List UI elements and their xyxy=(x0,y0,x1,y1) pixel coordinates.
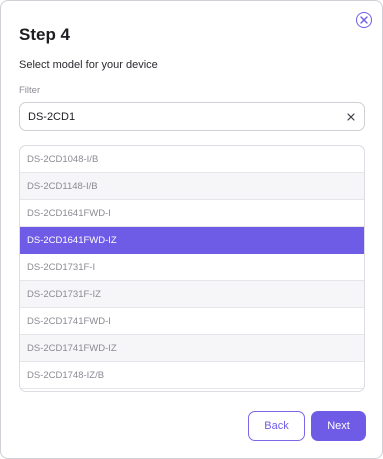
filter-label: Filter xyxy=(19,85,41,96)
model-list-item[interactable]: DS-2CD1748-IZ/B xyxy=(20,362,364,389)
close-button[interactable] xyxy=(356,12,372,28)
select-model-dialog: Step 4 Select model for your device Filt… xyxy=(0,0,383,459)
close-icon xyxy=(360,16,368,24)
model-list-item[interactable]: DS-2CD1741FWD-I xyxy=(20,308,364,335)
clear-x-icon xyxy=(346,108,355,126)
filter-field xyxy=(19,102,365,131)
model-list-item[interactable]: DS-2CD1148-I/B xyxy=(20,173,364,200)
clear-filter-button[interactable] xyxy=(344,110,357,123)
model-list-item[interactable]: DS-2CD1641FWD-I xyxy=(20,200,364,227)
model-list-item[interactable]: DS-2CD1048-I/B xyxy=(20,146,364,173)
model-list-item[interactable]: DS-2CD1731F-I xyxy=(20,254,364,281)
model-list-item[interactable]: DS-2CD1741FWD-IZ xyxy=(20,335,364,362)
filter-input[interactable] xyxy=(28,103,338,130)
dialog-title: Step 4 xyxy=(19,25,71,44)
model-list-item[interactable]: DS-2CD1731F-IZ xyxy=(20,281,364,308)
next-button[interactable]: Next xyxy=(311,411,366,441)
model-list-item[interactable]: DS-2CD1641FWD-IZ xyxy=(20,227,364,254)
dialog-subtitle: Select model for your device xyxy=(19,59,158,71)
model-list[interactable]: DS-2CD1048-I/B DS-2CD1148-I/B DS-2CD1641FW… xyxy=(19,145,365,392)
back-button[interactable]: Back xyxy=(248,411,305,441)
